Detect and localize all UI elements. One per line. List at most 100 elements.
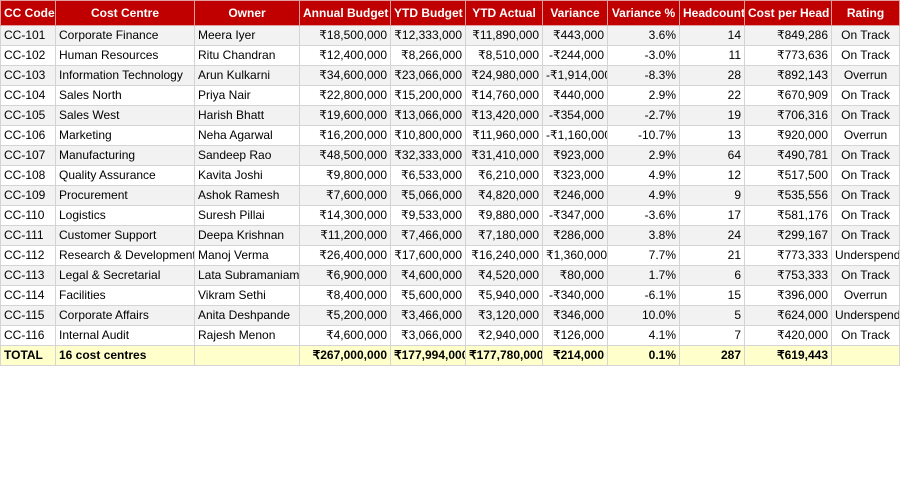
cell-cost-per-head[interactable]: ₹670,909: [744, 85, 832, 106]
cell-ytd-budget[interactable]: ₹3,066,000: [390, 325, 466, 346]
cell-headcount[interactable]: 13: [679, 125, 745, 146]
cell-cost-per-head[interactable]: ₹773,636: [744, 45, 832, 66]
cell-rating[interactable]: On Track: [831, 85, 900, 106]
cell-variance-pct[interactable]: -10.7%: [607, 125, 680, 146]
cell-ytd-budget[interactable]: ₹17,600,000: [390, 245, 466, 266]
cell-cost-centre[interactable]: Marketing: [55, 125, 195, 146]
total-cell-ytd-actual[interactable]: ₹177,780,000: [465, 345, 543, 366]
cell-ytd-actual[interactable]: ₹4,520,000: [465, 265, 543, 286]
cell-cost-centre[interactable]: Quality Assurance: [55, 165, 195, 186]
column-header-headcount[interactable]: Headcount: [679, 0, 745, 26]
cell-owner[interactable]: Meera Iyer: [194, 25, 300, 46]
cell-ytd-actual[interactable]: ₹16,240,000: [465, 245, 543, 266]
cell-variance[interactable]: ₹80,000: [542, 265, 608, 286]
cell-cost-per-head[interactable]: ₹396,000: [744, 285, 832, 306]
column-header-variance-pct[interactable]: Variance %: [607, 0, 680, 26]
cell-annual-budget[interactable]: ₹11,200,000: [299, 225, 391, 246]
cell-variance-pct[interactable]: 3.6%: [607, 25, 680, 46]
cell-rating[interactable]: On Track: [831, 185, 900, 206]
table-row[interactable]: CC-116 Internal Audit Rajesh Menon ₹4,600,0…: [0, 325, 900, 346]
table-row[interactable]: CC-111 Customer Support Deepa Krishnan ₹11,…: [0, 225, 900, 246]
cell-headcount[interactable]: 64: [679, 145, 745, 166]
cell-cc-code[interactable]: CC-112: [0, 245, 56, 266]
cell-annual-budget[interactable]: ₹12,400,000: [299, 45, 391, 66]
cell-annual-budget[interactable]: ₹22,800,000: [299, 85, 391, 106]
cell-owner[interactable]: Vikram Sethi: [194, 285, 300, 306]
cell-headcount[interactable]: 11: [679, 45, 745, 66]
cell-cost-per-head[interactable]: ₹773,333: [744, 245, 832, 266]
cell-cost-centre[interactable]: Sales West: [55, 105, 195, 126]
cell-cc-code[interactable]: CC-116: [0, 325, 56, 346]
cell-variance[interactable]: -₹347,000: [542, 205, 608, 226]
cell-rating[interactable]: Underspend: [831, 305, 900, 326]
cell-cc-code[interactable]: CC-113: [0, 265, 56, 286]
cell-cost-centre[interactable]: Logistics: [55, 205, 195, 226]
cell-cost-per-head[interactable]: ₹706,316: [744, 105, 832, 126]
total-cell-cost-per-head[interactable]: ₹619,443: [744, 345, 832, 366]
table-row[interactable]: CC-103 Information Technology Arun Kulkarn…: [0, 65, 900, 86]
cell-ytd-actual[interactable]: ₹14,760,000: [465, 85, 543, 106]
cell-cc-code[interactable]: CC-108: [0, 165, 56, 186]
cell-variance-pct[interactable]: 1.7%: [607, 265, 680, 286]
cell-cost-centre[interactable]: Procurement: [55, 185, 195, 206]
cell-annual-budget[interactable]: ₹48,500,000: [299, 145, 391, 166]
cell-ytd-budget[interactable]: ₹5,600,000: [390, 285, 466, 306]
cell-cost-centre[interactable]: Manufacturing: [55, 145, 195, 166]
cell-cc-code[interactable]: CC-114: [0, 285, 56, 306]
cell-variance-pct[interactable]: 7.7%: [607, 245, 680, 266]
table-row[interactable]: CC-107 Manufacturing Sandeep Rao ₹48,500,00…: [0, 145, 900, 166]
cell-cc-code[interactable]: CC-103: [0, 65, 56, 86]
table-row[interactable]: CC-112 Research & Development Manoj Verma ₹…: [0, 245, 900, 266]
cell-variance-pct[interactable]: 10.0%: [607, 305, 680, 326]
cell-ytd-actual[interactable]: ₹9,880,000: [465, 205, 543, 226]
cell-variance-pct[interactable]: -8.3%: [607, 65, 680, 86]
cell-cost-per-head[interactable]: ₹920,000: [744, 125, 832, 146]
cell-variance[interactable]: ₹346,000: [542, 305, 608, 326]
cell-cc-code[interactable]: CC-104: [0, 85, 56, 106]
cell-headcount[interactable]: 9: [679, 185, 745, 206]
cell-ytd-budget[interactable]: ₹32,333,000: [390, 145, 466, 166]
cell-ytd-actual[interactable]: ₹31,410,000: [465, 145, 543, 166]
cell-variance[interactable]: ₹443,000: [542, 25, 608, 46]
cell-cost-per-head[interactable]: ₹624,000: [744, 305, 832, 326]
cell-rating[interactable]: On Track: [831, 165, 900, 186]
cell-cost-centre[interactable]: Internal Audit: [55, 325, 195, 346]
cell-ytd-actual[interactable]: ₹24,980,000: [465, 65, 543, 86]
cell-rating[interactable]: On Track: [831, 225, 900, 246]
table-row[interactable]: CC-102 Human Resources Ritu Chandran ₹12,40…: [0, 45, 900, 66]
cell-cc-code[interactable]: CC-105: [0, 105, 56, 126]
cell-owner[interactable]: Sandeep Rao: [194, 145, 300, 166]
cell-ytd-actual[interactable]: ₹2,940,000: [465, 325, 543, 346]
cell-cost-centre[interactable]: Research & Development: [55, 245, 195, 266]
table-row[interactable]: CC-106 Marketing Neha Agarwal ₹16,200,000 ₹1…: [0, 125, 900, 146]
cell-ytd-actual[interactable]: ₹11,890,000: [465, 25, 543, 46]
cell-annual-budget[interactable]: ₹26,400,000: [299, 245, 391, 266]
total-cell-headcount[interactable]: 287: [679, 345, 745, 366]
table-row[interactable]: CC-101 Corporate Finance Meera Iyer ₹18,500…: [0, 25, 900, 46]
cell-headcount[interactable]: 14: [679, 25, 745, 46]
cell-variance[interactable]: -₹340,000: [542, 285, 608, 306]
cell-annual-budget[interactable]: ₹14,300,000: [299, 205, 391, 226]
cell-headcount[interactable]: 17: [679, 205, 745, 226]
cell-headcount[interactable]: 15: [679, 285, 745, 306]
total-cell-cost-centre[interactable]: 16 cost centres: [55, 345, 195, 366]
cell-owner[interactable]: Arun Kulkarni: [194, 65, 300, 86]
total-cell-variance-pct[interactable]: 0.1%: [607, 345, 680, 366]
cell-cost-per-head[interactable]: ₹753,333: [744, 265, 832, 286]
cell-annual-budget[interactable]: ₹19,600,000: [299, 105, 391, 126]
cell-owner[interactable]: Neha Agarwal: [194, 125, 300, 146]
cell-ytd-budget[interactable]: ₹23,066,000: [390, 65, 466, 86]
cell-rating[interactable]: On Track: [831, 265, 900, 286]
cell-variance[interactable]: ₹286,000: [542, 225, 608, 246]
cell-cc-code[interactable]: CC-115: [0, 305, 56, 326]
table-row[interactable]: CC-114 Facilities Vikram Sethi ₹8,400,000 ₹5…: [0, 285, 900, 306]
cell-cost-per-head[interactable]: ₹535,556: [744, 185, 832, 206]
cell-cc-code[interactable]: CC-111: [0, 225, 56, 246]
cell-variance-pct[interactable]: 4.1%: [607, 325, 680, 346]
cell-annual-budget[interactable]: ₹4,600,000: [299, 325, 391, 346]
cell-cc-code[interactable]: CC-110: [0, 205, 56, 226]
cell-ytd-actual[interactable]: ₹4,820,000: [465, 185, 543, 206]
cell-ytd-budget[interactable]: ₹9,533,000: [390, 205, 466, 226]
cell-rating[interactable]: Overrun: [831, 65, 900, 86]
cell-variance-pct[interactable]: 2.9%: [607, 85, 680, 106]
